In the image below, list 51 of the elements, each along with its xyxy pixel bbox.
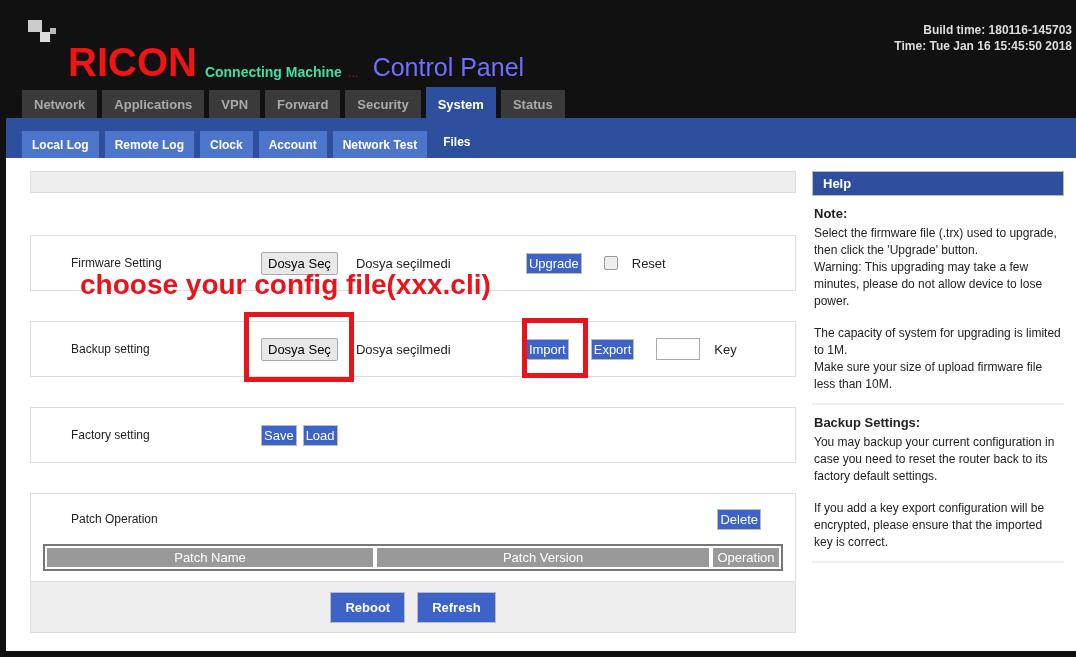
setting-label: Patch Operation	[71, 512, 159, 526]
panel-title: Control Panel	[372, 52, 525, 82]
action-button[interactable]: Save	[261, 424, 297, 446]
setting-label: Factory setting	[71, 428, 151, 442]
sub-tab[interactable]: Local Log	[22, 131, 99, 158]
help-text: If you add a key export configuration will be encrypted, please ensure that the imported key is correct.	[814, 500, 1046, 551]
logo-text: RICON	[68, 42, 197, 82]
column-header: Patch Name	[47, 548, 373, 567]
highlight-rectangle	[522, 318, 588, 378]
ellipsis: ...	[347, 65, 359, 80]
nav-tab[interactable]: VPN	[209, 90, 261, 118]
help-heading: Backup Settings:	[814, 415, 922, 430]
sub-tab[interactable]: Network Test	[332, 131, 428, 158]
file-status: Dosya seçilmedi	[355, 341, 452, 357]
nav-tab[interactable]: Network	[22, 90, 98, 118]
checkbox-label: Reset	[631, 255, 666, 271]
current-time: Time: Tue Jan 16 15:45:50 2018	[894, 38, 1072, 54]
setting-label: Backup setting	[71, 342, 151, 356]
column-header: Patch Version	[377, 548, 709, 567]
help-text: Make sure your size of upload firmware file less than 10M.	[814, 359, 1044, 393]
nav-tab[interactable]: Status	[500, 90, 565, 118]
help-text: Warning: This upgrading may take a few minutes, please do not allow device to lose power.	[814, 259, 1044, 310]
action-button[interactable]: Delete	[717, 508, 761, 530]
nav-tab[interactable]: Security	[345, 90, 421, 118]
help-text: The capacity of system for upgrading is limited to 1M.	[814, 325, 1062, 359]
choose-file-button[interactable]: Dosya Seç	[261, 251, 338, 275]
nav-tab[interactable]: System	[425, 87, 496, 118]
choose-file-button[interactable]: Dosya Seç	[261, 337, 338, 361]
action-button[interactable]: Export	[590, 338, 635, 360]
sub-tab[interactable]: Remote Log	[104, 131, 194, 158]
tagline: Connecting Machine	[204, 64, 342, 80]
help-header: Help	[812, 171, 1064, 196]
key-field[interactable]	[656, 338, 701, 360]
sub-tab[interactable]: Clock	[200, 131, 253, 158]
action-button[interactable]: Load	[302, 424, 338, 446]
build-time: Build time: 180116-145703	[922, 22, 1072, 38]
action-button[interactable]: Import	[525, 338, 569, 360]
nav-tab[interactable]: Applications	[102, 90, 205, 118]
action-button[interactable]: Refresh	[417, 591, 496, 623]
help-heading: Note:	[814, 206, 849, 221]
column-header: Operation	[713, 548, 779, 567]
action-button[interactable]: Reboot	[330, 591, 406, 623]
key-label: Key	[714, 341, 737, 357]
help-text: You may backup your current configuration in case you need to reset the router back to its factory default settings.	[814, 434, 1056, 485]
setting-label: Firmware Setting	[71, 256, 163, 270]
nav-tab[interactable]: Forward	[265, 90, 341, 118]
sub-tab[interactable]: Account	[258, 131, 327, 158]
checkbox[interactable]	[603, 256, 618, 270]
help-text: Select the firmware file (.trx) used to upgrade, then click the 'Upgrade' button.	[814, 225, 1058, 259]
action-button[interactable]: Upgrade	[525, 252, 582, 274]
file-status: Dosya seçilmedi	[355, 255, 452, 271]
